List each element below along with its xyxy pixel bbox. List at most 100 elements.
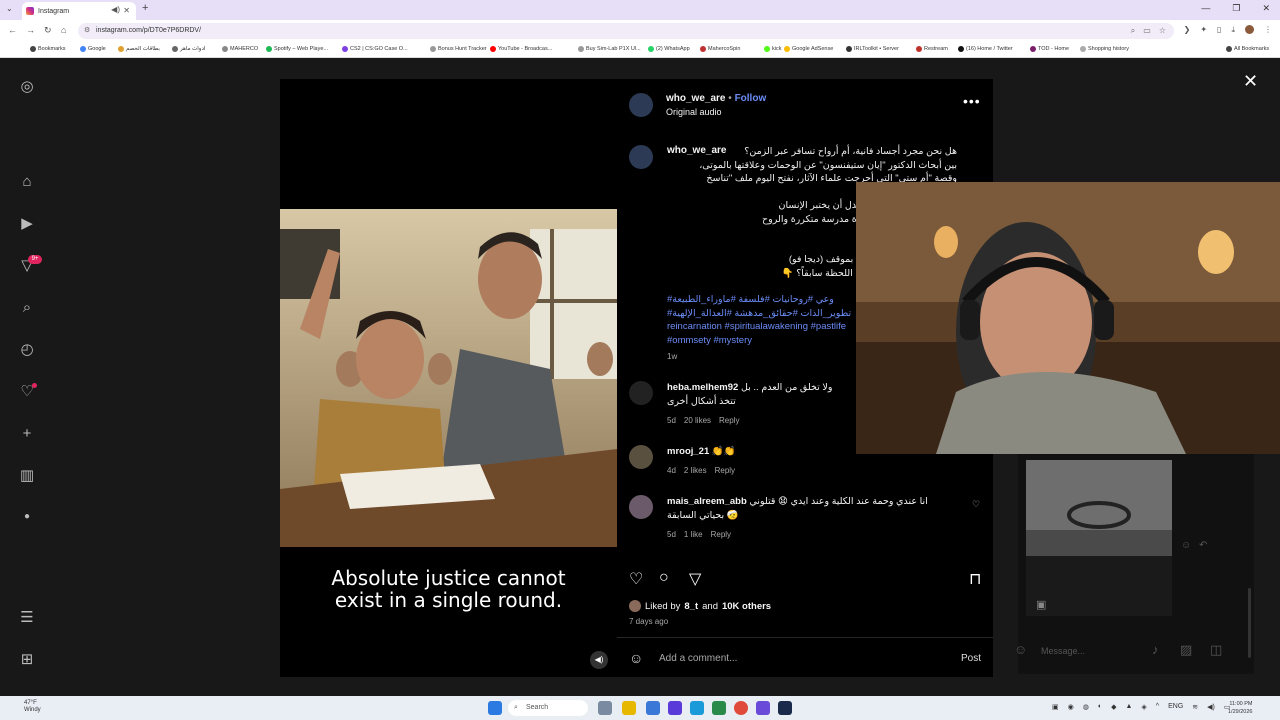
mute-toggle-icon[interactable]: ◀)	[590, 651, 608, 669]
comment-reply-button[interactable]: Reply	[715, 466, 735, 475]
store-icon[interactable]	[646, 701, 660, 715]
close-tab-icon[interactable]: ✕	[123, 6, 130, 15]
task-view-icon[interactable]	[598, 701, 612, 715]
speaker-icon[interactable]: ◀)	[111, 5, 120, 14]
profile-nav-icon[interactable]: ●	[18, 508, 36, 526]
bookmark-item[interactable]: Spotify – Web Playe...	[266, 46, 328, 52]
zoom-icon[interactable]: ⌕	[1131, 23, 1135, 39]
maximize-icon[interactable]: ❐	[1232, 3, 1240, 14]
tray-icon[interactable]: ◉	[1068, 703, 1074, 711]
comment-username[interactable]: heba.melhem92	[667, 382, 738, 393]
shared-reel-thumbnail[interactable]	[1026, 460, 1172, 556]
author-avatar[interactable]	[629, 93, 653, 117]
app-icon[interactable]	[712, 701, 726, 715]
site-info-icon[interactable]: ⚙	[84, 23, 90, 39]
bookmark-item[interactable]: Buy Sim-Lab P1X Ul...	[578, 46, 641, 52]
bookmark-item[interactable]: Google AdSense	[784, 46, 833, 52]
browser-tab-instagram[interactable]: Instagram ◀) ✕	[22, 2, 136, 20]
tray-icon[interactable]: ▲	[1125, 703, 1132, 711]
home-icon[interactable]: ⌂	[61, 25, 66, 35]
edge-icon[interactable]	[690, 701, 704, 715]
bookmark-item[interactable]: YouTube - Broadcas...	[490, 46, 552, 52]
bookmark-item[interactable]: Restream	[916, 46, 948, 52]
author-username[interactable]: who_we_are	[666, 93, 725, 104]
close-modal-icon[interactable]: ✕	[1243, 71, 1258, 92]
forward-icon[interactable]: →	[26, 25, 35, 35]
home-nav-icon[interactable]: ⌂	[18, 173, 36, 191]
bookmark-item[interactable]: IRLToolkit • Server	[846, 46, 899, 52]
new-tab-button[interactable]: +	[142, 2, 148, 14]
extensions-puzzle-icon[interactable]: ✦	[1200, 25, 1207, 35]
like-comment-icon[interactable]: ♡	[972, 499, 980, 510]
dashboard-nav-icon[interactable]: ▥	[18, 467, 36, 485]
comment-reply-button[interactable]: Reply	[719, 416, 739, 425]
bookmark-item[interactable]: (2) WhatsApp	[648, 46, 690, 52]
tray-icon[interactable]: ▣	[1052, 703, 1059, 711]
message-input[interactable]: Message...	[1041, 646, 1085, 656]
close-window-icon[interactable]: ✕	[1262, 3, 1270, 14]
discord-icon[interactable]	[756, 701, 770, 715]
dm-emoji-icon[interactable]: ☺	[1014, 642, 1027, 657]
comment-username[interactable]: mais_alreem_abb	[667, 496, 747, 507]
explore-nav-icon[interactable]: ◴	[18, 341, 36, 359]
tray-icon[interactable]: ◐	[1098, 703, 1102, 711]
tray-icon[interactable]: ◈	[1141, 703, 1146, 711]
liked-by-user[interactable]: 8_t	[684, 601, 698, 612]
tray-icon[interactable]: ◆	[1111, 703, 1116, 711]
reel-video[interactable]: Absolute justice cannot exist in a singl…	[280, 79, 617, 677]
react-icon[interactable]: ☺	[1181, 540, 1191, 551]
comment-reply-button[interactable]: Reply	[711, 530, 731, 539]
sidepanel-icon[interactable]: ▯	[1217, 25, 1221, 35]
bookmark-item[interactable]: kick	[764, 46, 781, 52]
more-menu-icon[interactable]: ☰	[18, 609, 36, 627]
emoji-icon[interactable]: ☺	[629, 650, 643, 666]
post-comment-button[interactable]: Post	[961, 653, 981, 664]
commenter-avatar[interactable]	[629, 445, 653, 469]
wifi-icon[interactable]: ≋	[1192, 703, 1198, 711]
comment-likes[interactable]: 20 likes	[684, 416, 711, 425]
reply-arrow-icon[interactable]: ↶	[1199, 540, 1207, 551]
minimize-icon[interactable]: —	[1201, 3, 1210, 14]
original-audio-link[interactable]: Original audio	[666, 107, 722, 117]
likes-count[interactable]: 10K others	[722, 601, 771, 612]
comment-username[interactable]: mrooj_21	[667, 446, 709, 457]
bookmark-item[interactable]: ادوات ماهر	[172, 46, 205, 52]
start-windows-icon[interactable]	[488, 701, 502, 715]
taskbar-search[interactable]: ⌕ Search	[508, 700, 588, 716]
bookmark-item[interactable]: All Bookmarks	[1226, 46, 1269, 52]
bookmark-item[interactable]: Bookmarks	[30, 46, 66, 52]
sticker-icon[interactable]: ◫	[1210, 642, 1222, 658]
bookmark-item[interactable]: MahercoSpin	[700, 46, 740, 52]
reels-nav-icon[interactable]: ▶	[18, 215, 36, 233]
bookmark-item[interactable]: بطاقات الخصم	[118, 46, 160, 52]
back-icon[interactable]: ←	[8, 25, 17, 35]
tray-icon[interactable]: ^	[1156, 703, 1159, 711]
shared-reel-card[interactable]: ▣	[1026, 556, 1172, 616]
bookmark-item[interactable]: TOD - Home	[1030, 46, 1069, 52]
extension-icon[interactable]: ❯	[1184, 25, 1191, 35]
image-icon[interactable]: ▨	[1180, 642, 1192, 658]
reload-icon[interactable]: ↻	[44, 25, 52, 36]
clock[interactable]: 11:00 PM 1/29/2026	[1228, 700, 1252, 716]
commenter-avatar[interactable]	[629, 381, 653, 405]
share-icon[interactable]: ▽	[689, 569, 701, 589]
microphone-icon[interactable]: ♪	[1152, 642, 1159, 657]
commenter-avatar[interactable]	[629, 495, 653, 519]
steam-icon[interactable]	[778, 701, 792, 715]
tray-icon[interactable]: ◍	[1083, 703, 1089, 711]
tab-search-icon[interactable]: ⌄	[6, 4, 13, 13]
cast-icon[interactable]: ▭	[1143, 23, 1151, 39]
bookmark-item[interactable]: Google	[80, 46, 106, 52]
save-bookmark-icon[interactable]: ⊓	[969, 569, 981, 589]
caption-author-avatar[interactable]	[629, 145, 653, 169]
bookmark-item[interactable]: CS2 | CS:GO Case O...	[342, 46, 408, 52]
also-from-meta-icon[interactable]: ⊞	[18, 651, 36, 669]
volume-icon[interactable]: ◀)	[1207, 703, 1215, 711]
create-nav-icon[interactable]: +	[18, 425, 36, 443]
address-bar[interactable]: ⚙ instagram.com/p/DT0e7P6DRDV/ ⌕ ▭ ☆	[78, 23, 1174, 39]
teams-icon[interactable]	[668, 701, 682, 715]
follow-button[interactable]: Follow	[735, 93, 767, 104]
comment-input[interactable]: Add a comment...	[659, 653, 737, 664]
language-indicator[interactable]: ENG	[1168, 703, 1183, 711]
bookmark-item[interactable]: Bonus Hunt Tracker	[430, 46, 487, 52]
